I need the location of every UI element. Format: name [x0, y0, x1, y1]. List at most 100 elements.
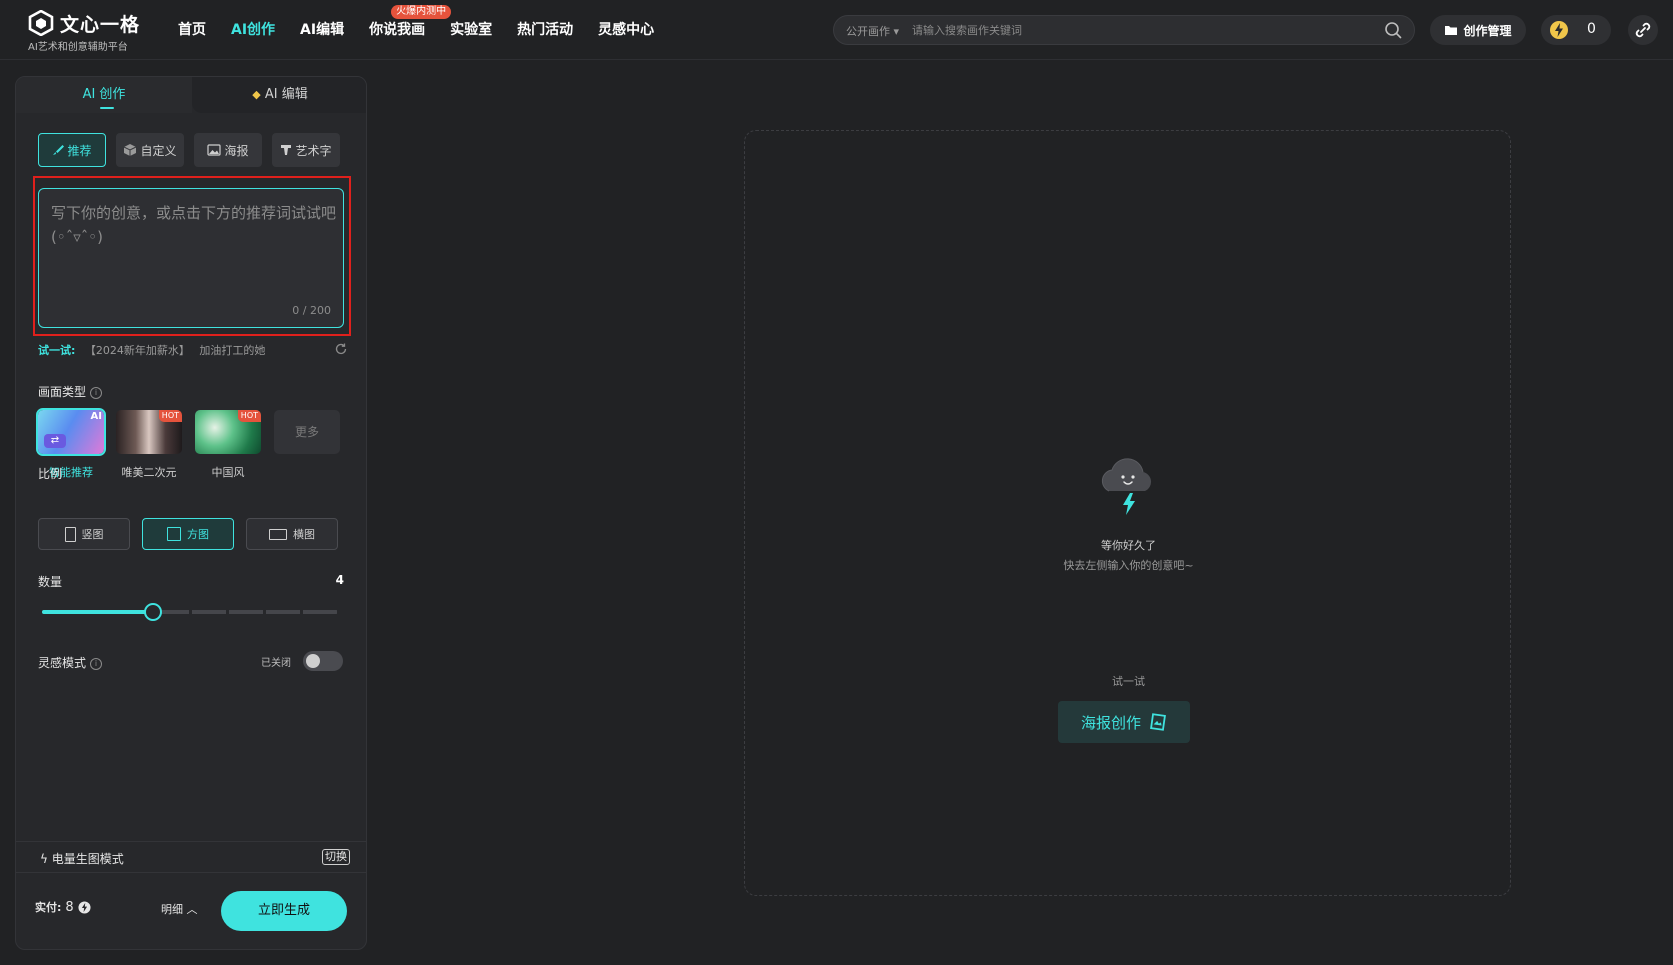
- ratio-portrait-label: 竖图: [81, 528, 104, 541]
- slider-fill: [42, 610, 153, 614]
- ratio-portrait-button[interactable]: 竖图: [38, 518, 130, 550]
- creation-panel: AI 创作 ◆ AI 编辑 推荐 自定义 海报 艺术字 0 / 200 试一试:: [15, 76, 367, 950]
- ratio-square-button[interactable]: 方图: [142, 518, 234, 550]
- slider-tick: [300, 610, 303, 614]
- nav-ai-create[interactable]: AI创作: [231, 18, 275, 42]
- diamond-icon: ◆: [252, 88, 261, 101]
- generate-button[interactable]: 立即生成: [221, 891, 347, 931]
- try-suggestions: 试一试: 【2024新年加薪水】 加油打工的她: [38, 342, 348, 358]
- portrait-icon: [64, 526, 76, 542]
- ratio-square-label: 方图: [187, 528, 209, 541]
- inspiration-label: 灵感模式: [38, 656, 87, 670]
- slider-tick: [263, 610, 266, 614]
- mode-poster-button[interactable]: 海报: [194, 133, 262, 167]
- count-section-title: 数量: [38, 575, 63, 589]
- info-icon[interactable]: i: [90, 386, 103, 399]
- type-anime[interactable]: HOT 唯美二次元: [116, 410, 182, 480]
- active-tab-indicator: [100, 107, 114, 109]
- mode-poster-label: 海报: [224, 143, 249, 158]
- mode-art-text-button[interactable]: 艺术字: [272, 133, 340, 167]
- search-icon[interactable]: [1384, 21, 1402, 39]
- mode-selector: 推荐 自定义 海报 艺术字: [38, 133, 340, 167]
- cost-value: 8: [65, 899, 74, 915]
- result-canvas: 等你好久了 快去左侧输入你的创意吧~ 试一试 海报创作: [744, 130, 1511, 896]
- search-bar: 公开画作 ▾: [833, 15, 1415, 45]
- mode-recommend-label: 推荐: [67, 143, 92, 158]
- image-type-list: AI ⇄ 智能推荐 HOT 唯美二次元 HOT 中国风 更多: [36, 408, 344, 480]
- lightning-icon: ϟ: [40, 852, 48, 866]
- refresh-icon[interactable]: [334, 342, 348, 356]
- creation-manage-button[interactable]: 创作管理: [1430, 15, 1526, 45]
- cost-label: 实付:: [35, 901, 62, 914]
- lightning-coin-icon: [78, 900, 91, 914]
- nav-lab[interactable]: 实验室: [450, 18, 492, 42]
- hot-badge: HOT: [158, 410, 182, 422]
- ratio-section-title: 比例: [38, 467, 63, 481]
- logo-icon: [28, 10, 54, 36]
- lightning-coin-icon: [1550, 21, 1568, 39]
- poster-create-button[interactable]: 海报创作: [1058, 701, 1190, 743]
- power-mode-bar: ϟ 电量生图模式 切换: [16, 841, 366, 873]
- mode-art-text-label: 艺术字: [295, 143, 332, 158]
- mode-custom-button[interactable]: 自定义: [116, 133, 184, 167]
- electricity-balance[interactable]: 0: [1541, 15, 1611, 45]
- slider-tick: [337, 610, 340, 614]
- count-value: 4: [335, 573, 344, 587]
- info-icon[interactable]: i: [90, 657, 103, 670]
- type-thumbnail: HOT: [195, 410, 261, 454]
- nav-you-say-i-draw[interactable]: 你说我画 火爆内测中: [369, 5, 452, 42]
- nav-ai-edit[interactable]: AI编辑: [300, 18, 344, 42]
- brand-subtitle: AI艺术和创意辅助平台: [28, 42, 128, 53]
- search-scope-dropdown[interactable]: 公开画作 ▾: [846, 23, 899, 39]
- mode-recommend-button[interactable]: 推荐: [38, 133, 106, 167]
- cloud-lightning-icon: [1101, 458, 1152, 515]
- type-chinese-style[interactable]: HOT 中国风: [195, 410, 261, 480]
- suggestion-chip[interactable]: 【2024新年加薪水】: [85, 344, 190, 357]
- poster-icon: [1150, 713, 1166, 731]
- brush-icon: [53, 145, 65, 155]
- landscape-icon: [269, 528, 287, 540]
- prompt-input[interactable]: [51, 201, 336, 301]
- brand-title: 文心一格: [60, 14, 141, 36]
- prompt-box: 0 / 200: [38, 188, 344, 328]
- tab-ai-edit-label: AI 编辑: [264, 87, 308, 102]
- suggestion-chip[interactable]: 加油打工的她: [199, 344, 265, 357]
- square-icon: [167, 527, 181, 541]
- cost-detail-toggle[interactable]: 明细 ︿: [161, 901, 198, 917]
- share-link-button[interactable]: [1628, 15, 1658, 45]
- top-bar: 文心一格 AI艺术和创意辅助平台 首页 AI创作 AI编辑 你说我画 火爆内测中…: [0, 0, 1673, 60]
- count-slider[interactable]: [42, 603, 340, 621]
- text-icon: [281, 145, 292, 155]
- type-thumbnail: HOT: [116, 410, 182, 454]
- swap-icon: ⇄: [44, 434, 66, 448]
- inspiration-toggle[interactable]: [303, 651, 343, 671]
- type-thumbnail: AI ⇄: [36, 408, 106, 456]
- link-icon: [1635, 22, 1651, 38]
- ai-badge: AI: [90, 411, 102, 422]
- mode-custom-label: 自定义: [140, 143, 177, 158]
- folder-icon: [1445, 26, 1458, 35]
- nav-you-say-i-draw-label: 你说我画: [369, 22, 426, 38]
- inspiration-section-title: 灵感模式 i: [38, 654, 103, 671]
- power-mode-title: ϟ 电量生图模式: [40, 850, 124, 867]
- nav-home[interactable]: 首页: [178, 18, 206, 42]
- ratio-landscape-button[interactable]: 横图: [246, 518, 338, 550]
- type-name: 中国风: [211, 466, 245, 479]
- ratio-landscape-label: 横图: [293, 528, 315, 541]
- type-section-title: 画面类型 i: [38, 383, 103, 400]
- canvas-try-label: 试一试: [1112, 675, 1145, 688]
- empty-state-title: 等你好久了: [1101, 539, 1156, 552]
- poster-create-label: 海报创作: [1080, 713, 1141, 732]
- hot-badge: HOT: [237, 410, 261, 422]
- cost-summary: 实付: 8: [35, 899, 91, 915]
- nav-inspiration[interactable]: 灵感中心: [598, 18, 654, 42]
- nav-events[interactable]: 热门活动: [517, 18, 573, 42]
- tab-ai-edit[interactable]: ◆ AI 编辑: [192, 77, 366, 113]
- slider-tick: [189, 610, 192, 614]
- more-types-button[interactable]: 更多: [274, 410, 340, 454]
- logo[interactable]: 文心一格 AI艺术和创意辅助平台: [28, 8, 158, 53]
- slider-handle[interactable]: [144, 603, 162, 621]
- panel-tabs: AI 创作 ◆ AI 编辑: [16, 77, 366, 113]
- search-input[interactable]: [912, 20, 1352, 40]
- switch-mode-button[interactable]: 切换: [322, 849, 350, 865]
